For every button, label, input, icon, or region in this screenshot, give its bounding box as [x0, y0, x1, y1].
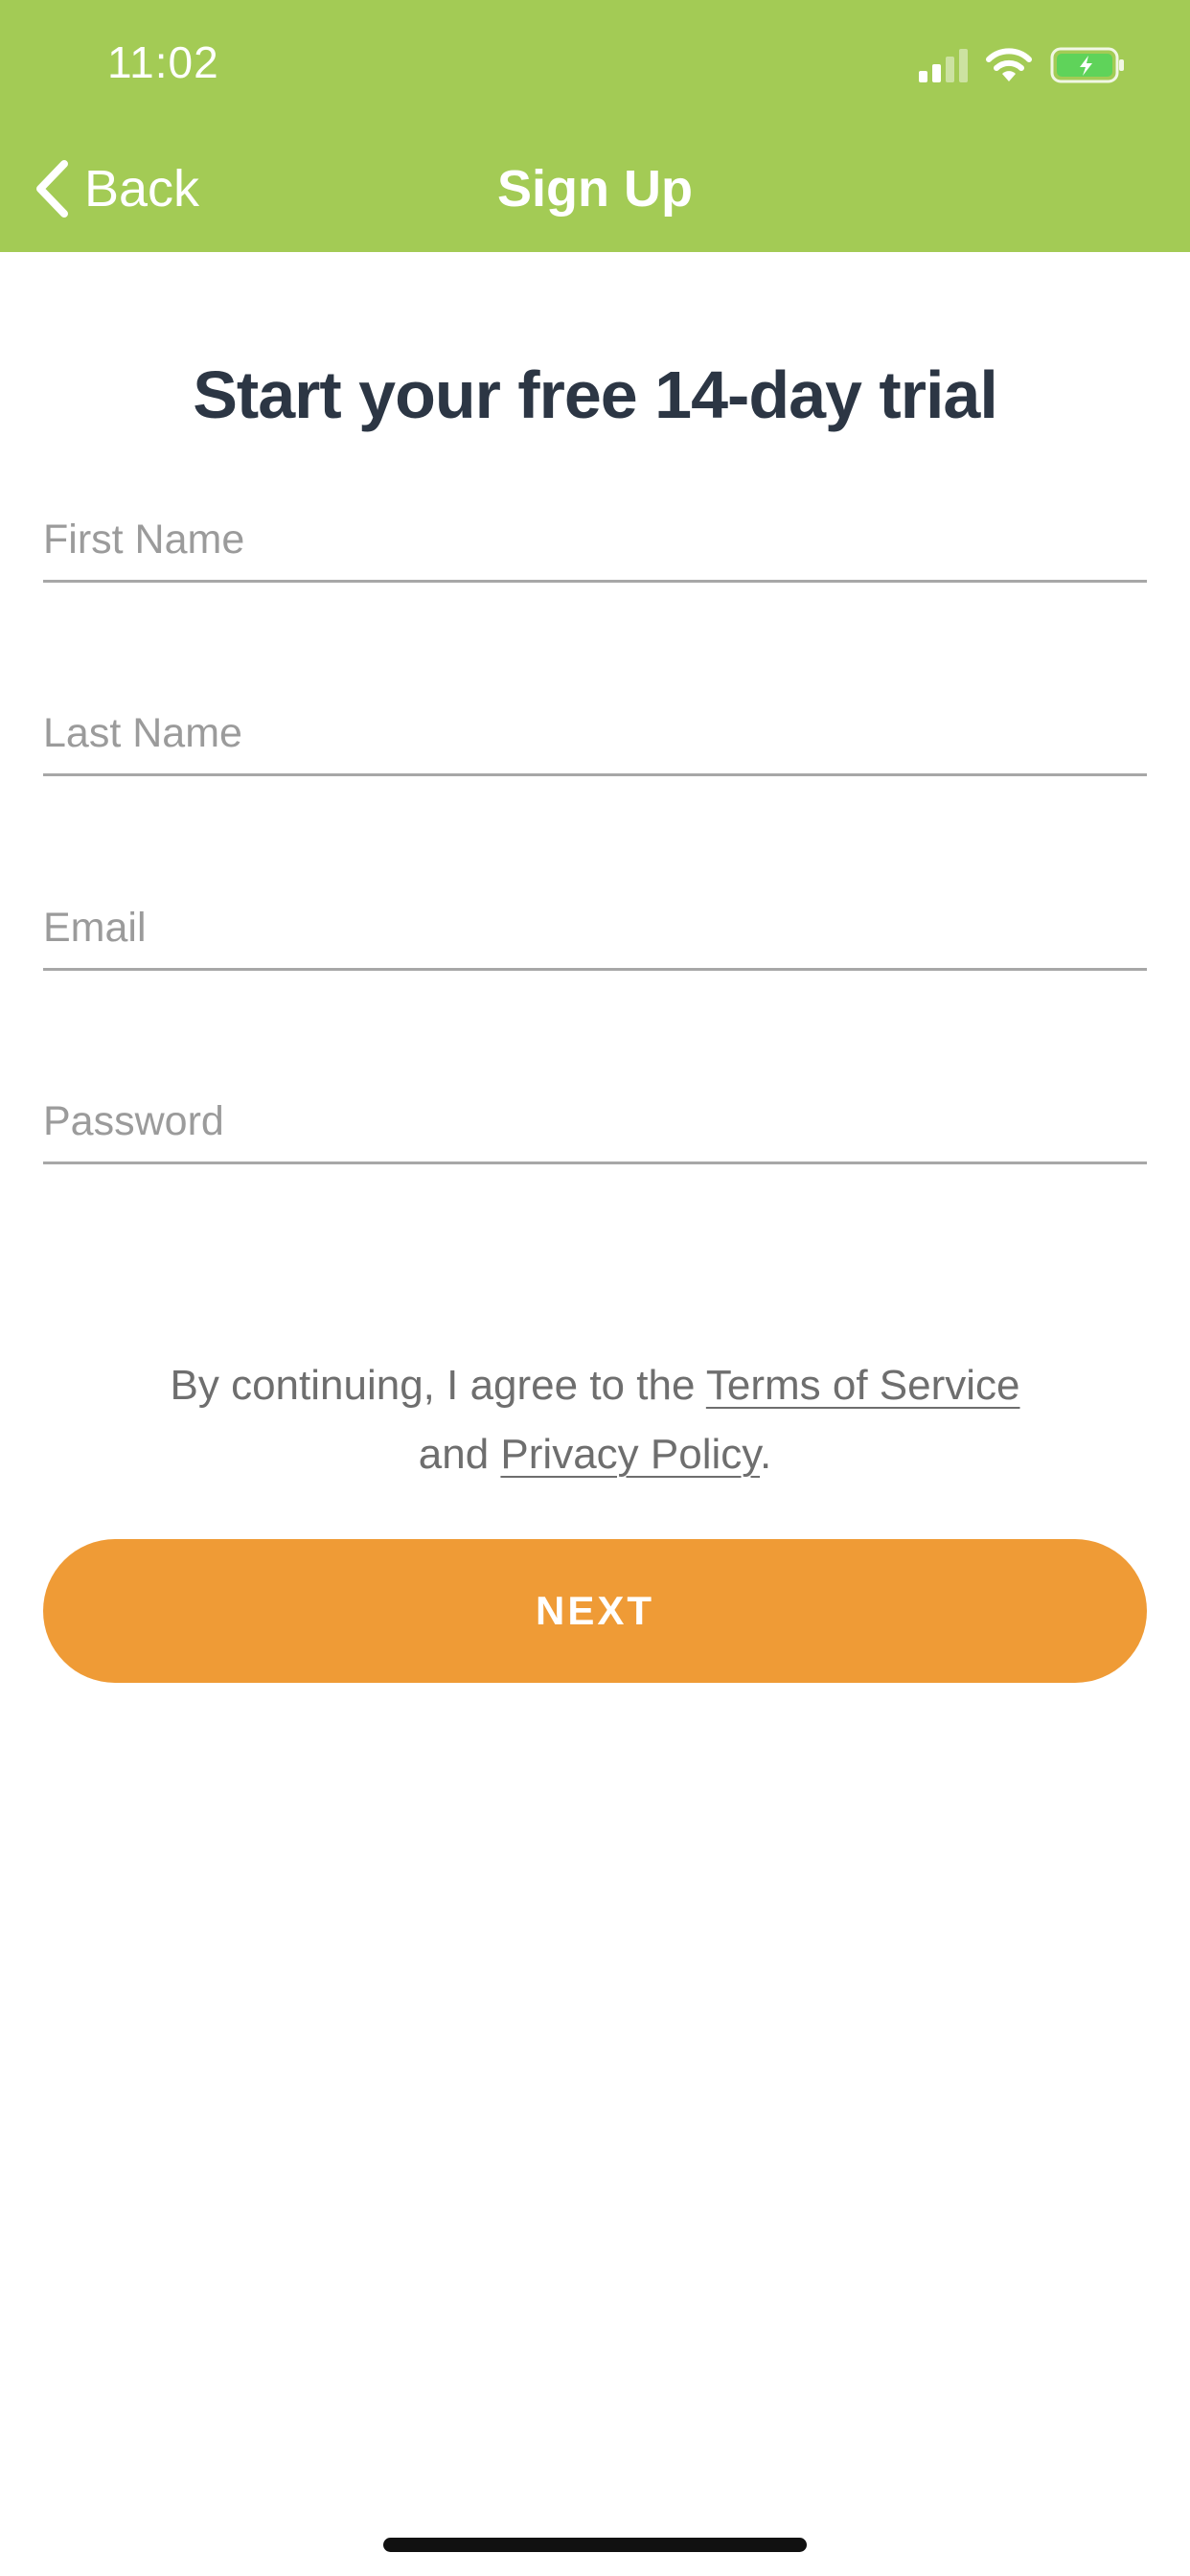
wifi-icon — [986, 48, 1032, 81]
status-icons — [919, 44, 1127, 86]
consent-prefix: By continuing, I agree to the — [170, 1362, 696, 1409]
status-time: 11:02 — [107, 37, 219, 87]
consent-suffix: . — [760, 1431, 772, 1478]
first-name-input[interactable] — [43, 511, 1147, 568]
next-button[interactable]: NEXT — [43, 1539, 1147, 1683]
terms-of-service-link[interactable]: Terms of Service — [706, 1362, 1020, 1409]
last-name-input[interactable] — [43, 704, 1147, 762]
email-field — [43, 885, 1147, 971]
password-input[interactable] — [43, 1092, 1147, 1150]
page-title: Sign Up — [497, 160, 693, 218]
battery-charging-icon — [1050, 47, 1124, 83]
header-bar: 11:02 Back Sign Up — [0, 0, 1190, 252]
email-input[interactable] — [43, 899, 1147, 956]
cellular-signal-icon — [919, 48, 968, 82]
home-indicator[interactable] — [383, 2538, 807, 2552]
consent-middle: and — [418, 1431, 490, 1478]
first-name-field — [43, 496, 1147, 583]
trial-headline: Start your free 14-day trial — [193, 357, 998, 432]
consent-text: By continuing, I agree to the Terms of S… — [0, 1351, 1190, 1489]
password-field — [43, 1078, 1147, 1164]
last-name-field — [43, 690, 1147, 776]
privacy-policy-link[interactable]: Privacy Policy — [500, 1431, 760, 1478]
